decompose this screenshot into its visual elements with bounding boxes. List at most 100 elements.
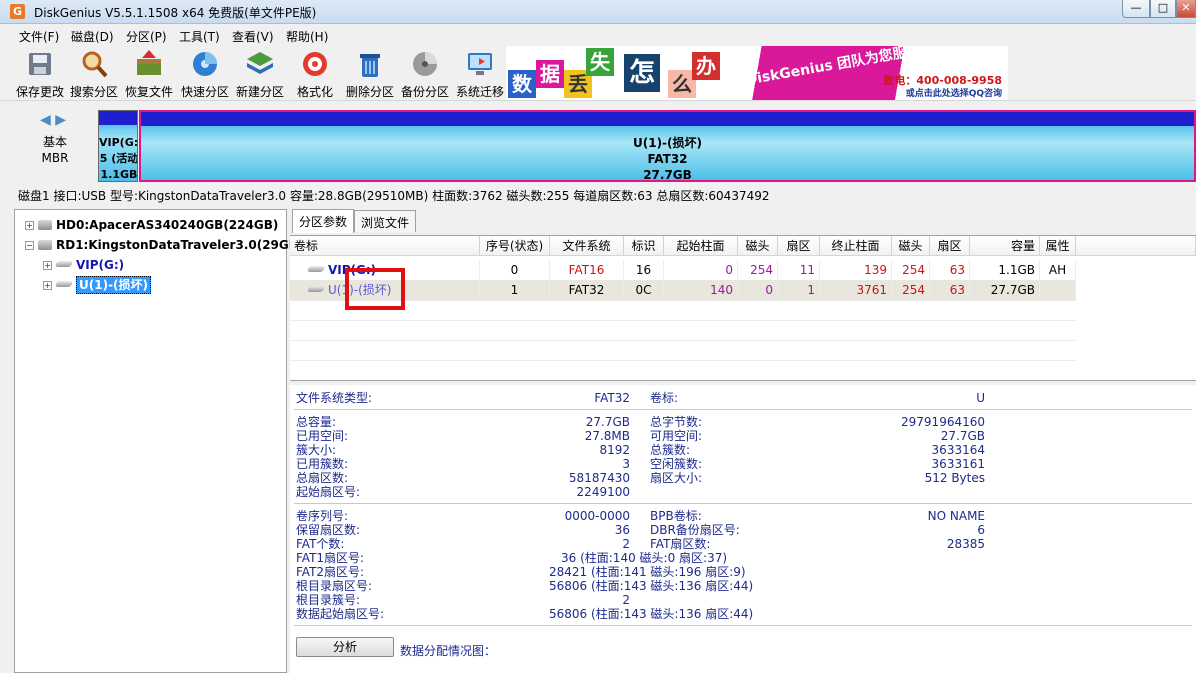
info-value: 6 [977, 523, 985, 537]
search-partition-button[interactable]: 搜索分区 [65, 49, 123, 101]
partition-table: 卷标 序号(状态) 文件系统 标识 起始柱面 磁头 扇区 终止柱面 磁头 扇区 … [290, 235, 1196, 381]
menu-partition[interactable]: 分区(P) [126, 28, 167, 45]
menu-tools[interactable]: 工具(T) [179, 28, 220, 45]
cell-start-head: 0 [738, 280, 778, 300]
collapse-icon[interactable]: − [25, 241, 34, 250]
cell-end-sector: 63 [930, 280, 970, 300]
column-header[interactable]: 起始柱面 [664, 236, 738, 256]
info-value: NO NAME [927, 509, 985, 523]
close-button[interactable]: ✕ [1176, 0, 1196, 18]
cell-index: 1 [480, 280, 550, 300]
info-label: 起始扇区号: [296, 485, 361, 499]
cell-capacity: 27.7GB [970, 280, 1040, 300]
expand-icon[interactable]: + [43, 261, 52, 270]
menu-bar: 文件(F) 磁盘(D) 分区(P) 工具(T) 查看(V) 帮助(H) [0, 25, 1196, 45]
tree-item-hd0[interactable]: + HD0:ApacerAS340240GB(224GB) [25, 216, 278, 234]
cell-capacity: 1.1GB [970, 260, 1040, 280]
disk-type: 基本 MBR [20, 134, 90, 166]
menu-view[interactable]: 查看(V) [232, 28, 274, 45]
partition-size: 1.1GB [100, 168, 138, 181]
right-panel: 分区参数 浏览文件 卷标 序号(状态) 文件系统 标识 起始柱面 磁头 扇区 终… [290, 209, 1196, 673]
column-header[interactable]: 序号(状态) [480, 236, 550, 256]
info-value: 28421 (柱面:141 磁头:196 扇区:9) [549, 565, 746, 579]
partition-name: VIP(G:) [99, 136, 138, 149]
tree-item-u[interactable]: + U(1)-(损坏) [43, 276, 152, 294]
info-label: 总容量: [296, 415, 337, 429]
disk-type-line2: MBR [41, 151, 69, 165]
cell-fs: FAT16 [550, 260, 624, 280]
red-highlight-box [345, 268, 405, 310]
info-value: 3633164 [931, 443, 985, 457]
data-distribution-label: 数据分配情况图： [400, 644, 497, 658]
cell-id: 16 [624, 260, 664, 280]
grid-line [290, 300, 1076, 301]
tree-label: U(1)-(损坏) [76, 276, 152, 294]
expand-icon[interactable]: + [25, 221, 34, 230]
column-header[interactable]: 标识 [624, 236, 664, 256]
info-value: 3633161 [931, 457, 985, 471]
tab-partition-params[interactable]: 分区参数 [292, 209, 355, 233]
partition-block-u[interactable]: U(1)-(损坏) FAT32 27.7GB [139, 110, 1196, 182]
system-migrate-button[interactable]: 系统迁移 [451, 49, 509, 101]
column-header[interactable]: 扇区 [778, 236, 820, 256]
column-header-blank [1076, 236, 1196, 256]
menu-help[interactable]: 帮助(H) [286, 28, 328, 45]
info-label: 数据起始扇区号: [296, 607, 385, 621]
quick-partition-button[interactable]: 快速分区 [176, 49, 234, 101]
toolbar-label: 格式化 [296, 85, 333, 99]
info-label: FAT个数: [296, 537, 345, 551]
info-value: 2249100 [576, 485, 630, 499]
cell-attr [1040, 280, 1076, 300]
format-button[interactable]: 格式化 [286, 49, 344, 101]
disk-map: ◀ ▶ 基本 MBR VIP(G:) 5 (活动 1.1GB U(1)-(损坏)… [0, 102, 1196, 184]
cell-start-head: 254 [738, 260, 778, 280]
separator [294, 409, 1192, 410]
column-header[interactable]: 文件系统 [550, 236, 624, 256]
new-partition-icon [247, 52, 273, 74]
info-label: FAT1扇区号: [296, 551, 365, 565]
grid-line [290, 340, 1076, 341]
column-header[interactable]: 卷标 [290, 236, 480, 256]
new-partition-button[interactable]: 新建分区 [231, 49, 289, 101]
disk-tree: + HD0:ApacerAS340240GB(224GB) − RD1:Kingst… [14, 209, 303, 673]
tree-item-vip[interactable]: + VIP(G:) [43, 256, 124, 274]
info-value: 3 [622, 457, 630, 471]
partition-status: 5 (活动 [99, 152, 138, 165]
info-value: 27.7GB [940, 429, 985, 443]
minimize-button[interactable]: — [1122, 0, 1150, 18]
column-header[interactable]: 容量 [970, 236, 1040, 256]
info-value: 2 [622, 593, 630, 607]
recover-file-icon [137, 50, 161, 75]
column-header[interactable]: 属性 [1040, 236, 1076, 256]
menu-disk[interactable]: 磁盘(D) [71, 28, 114, 45]
recover-file-button[interactable]: 恢复文件 [120, 49, 178, 101]
column-header[interactable]: 扇区 [930, 236, 970, 256]
banner-qq-link[interactable]: 或点击此处选择QQ咨询 [906, 86, 1002, 99]
disk-nav-arrows-icon[interactable]: ◀ ▶ [40, 112, 66, 128]
volume-label-value: U [976, 391, 985, 405]
partition-icon [54, 261, 74, 267]
tab-browse-files[interactable]: 浏览文件 [354, 210, 417, 232]
save-changes-button[interactable]: 保存更改 [11, 49, 69, 101]
cell-start-cyl: 140 [664, 280, 738, 300]
analyze-button[interactable]: 分析 [296, 637, 394, 657]
delete-partition-button[interactable]: 删除分区 [341, 49, 399, 101]
menu-file[interactable]: 文件(F) [19, 28, 59, 45]
info-label: 簇大小: [296, 443, 337, 457]
info-label: 保留扇区数: [296, 523, 361, 537]
cell-end-cyl: 3761 [820, 280, 892, 300]
backup-partition-button[interactable]: 备份分区 [396, 49, 454, 101]
toolbar-label: 保存更改 [15, 85, 64, 99]
partition-block-vip[interactable]: VIP(G:) 5 (活动 1.1GB [98, 110, 138, 182]
toolbar: 保存更改 搜索分区 恢复文件 快速分区 新建分区 格式化 删除分区 备份分区 系… [0, 45, 1196, 101]
info-label: 扇区大小: [650, 471, 703, 485]
maximize-button[interactable]: □ [1150, 0, 1176, 18]
info-label: 已用簇数: [296, 457, 349, 471]
column-header[interactable]: 磁头 [892, 236, 930, 256]
volume-label-label: 卷标: [650, 391, 679, 405]
tree-item-rd1[interactable]: − RD1:KingstonDataTraveler3.0(29GB) [25, 236, 303, 254]
column-header[interactable]: 终止柱面 [820, 236, 892, 256]
ad-banner[interactable]: 数 据 丢 失 怎 么 办 DiskGenius 团队为您服务 致电：400-0… [506, 46, 1008, 100]
column-header[interactable]: 磁头 [738, 236, 778, 256]
expand-icon[interactable]: + [43, 281, 52, 290]
